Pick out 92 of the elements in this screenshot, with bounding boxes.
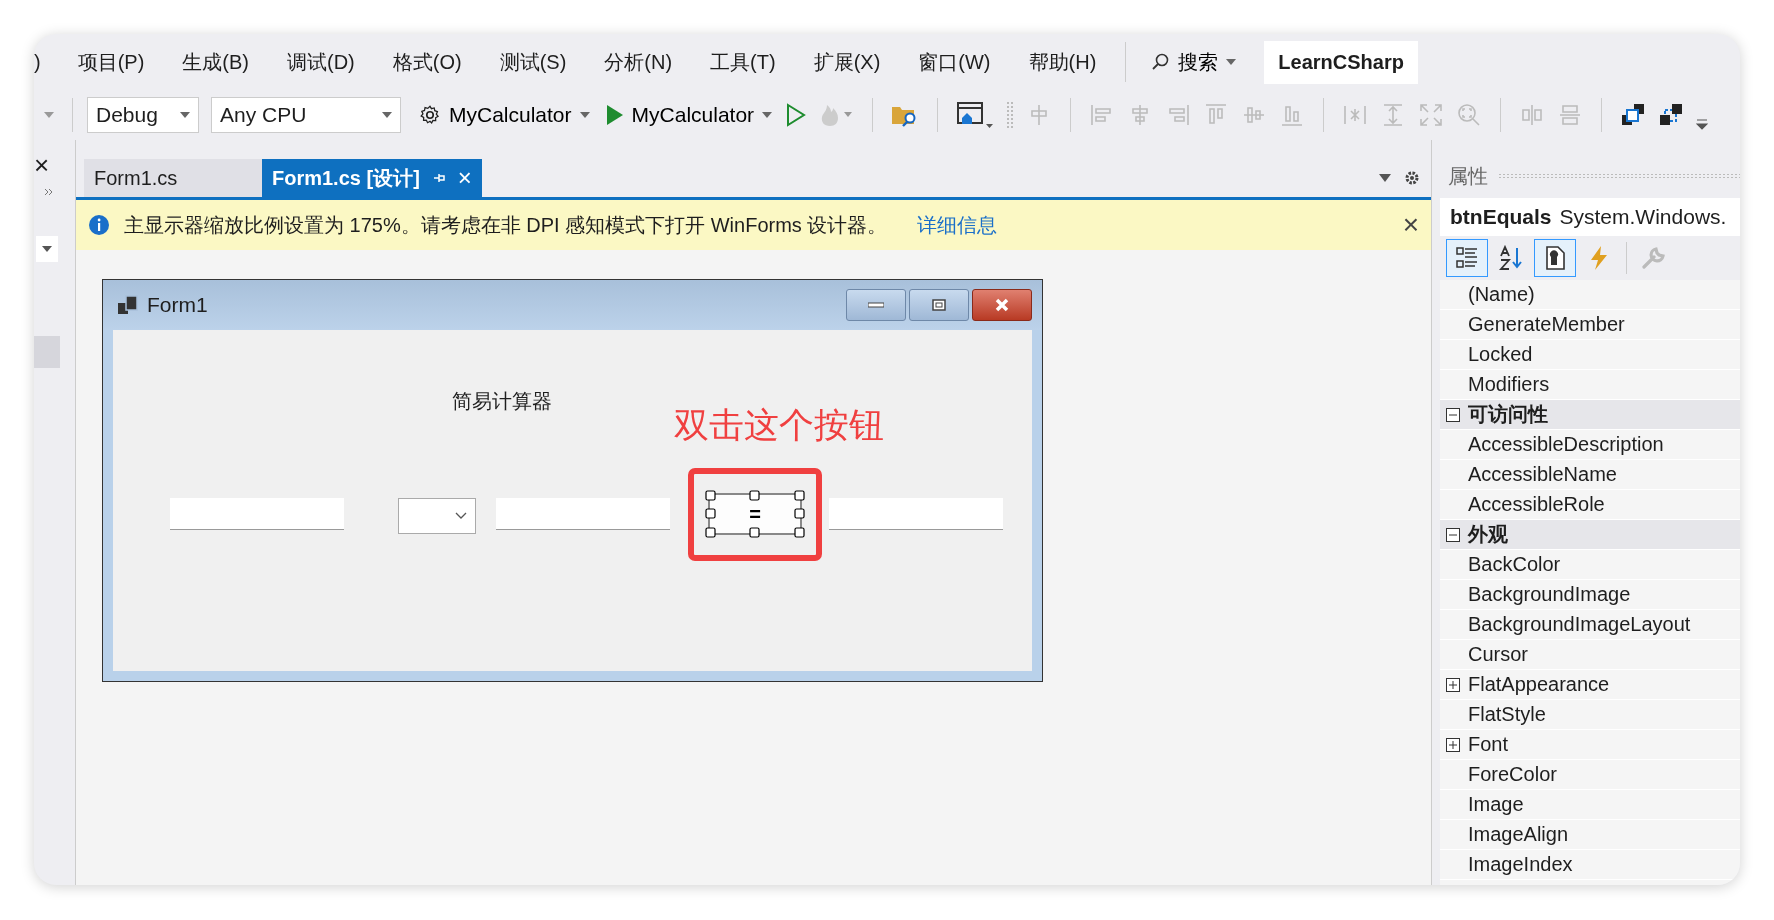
annotation-text: 双击这个按钮 [674, 404, 884, 446]
panel-title: 属性 [1448, 163, 1488, 189]
property-name[interactable]: BackgroundImageLayout [1466, 613, 1691, 636]
property-name[interactable]: Locked [1466, 343, 1533, 366]
info-message: 主显示器缩放比例设置为 175%。请考虑在非 DPI 感知模式下打开 WinForms 设计器。 [124, 212, 888, 238]
close-button[interactable]: × [34, 150, 50, 181]
text-box[interactable] [829, 498, 1003, 530]
maximize-icon [932, 299, 946, 311]
start-debugging-button[interactable]: MyCalculator [599, 103, 779, 127]
caret-icon [1226, 59, 1237, 65]
categorized-button[interactable] [1446, 239, 1488, 277]
caret-icon [762, 112, 773, 118]
form-title: Form1 [147, 293, 208, 317]
menu-item[interactable]: 工具(T) [691, 48, 795, 76]
minimize-icon [868, 302, 884, 308]
menu-item[interactable]: 测试(S) [480, 48, 586, 76]
sort-az-icon [1498, 245, 1524, 271]
close-button[interactable] [972, 289, 1032, 321]
property-name[interactable]: AccessibleName [1466, 463, 1617, 486]
combo-box[interactable] [398, 498, 476, 534]
property-name[interactable]: AccessibleRole [1466, 493, 1605, 516]
menu-item[interactable]: ) [34, 50, 59, 74]
minimize-button[interactable] [846, 289, 906, 321]
bring-front-icon[interactable] [1620, 102, 1647, 128]
close-tab-button[interactable]: × [457, 164, 472, 192]
play-outline-icon[interactable] [786, 103, 807, 127]
caret-icon[interactable] [1379, 174, 1391, 182]
configuration-dropdown[interactable]: Debug [87, 97, 199, 133]
property-name[interactable]: (Name) [1466, 283, 1535, 306]
overflow-icon[interactable] [1696, 118, 1709, 130]
menu-item[interactable]: 格式(O) [373, 48, 481, 76]
info-icon [88, 214, 110, 236]
dropdown[interactable] [36, 236, 58, 262]
caret-icon [180, 112, 190, 118]
property-name[interactable]: Image [1466, 793, 1524, 816]
property-name[interactable]: Cursor [1466, 643, 1528, 666]
collapse-icon[interactable] [1446, 407, 1460, 422]
categorized-icon [1454, 245, 1480, 271]
wrench-icon [1641, 245, 1667, 271]
send-back-icon[interactable] [1658, 102, 1685, 128]
expand-icon[interactable] [1446, 737, 1460, 752]
document-tab[interactable]: Form1.cs [设计] × [262, 159, 482, 197]
menu-item[interactable]: 扩展(X) [794, 48, 900, 76]
text-box[interactable] [170, 498, 344, 530]
caret-icon [382, 112, 392, 118]
close-button[interactable]: × [1402, 209, 1419, 241]
category-label[interactable]: 外观 [1466, 521, 1508, 548]
property-name[interactable]: Modifiers [1466, 373, 1550, 396]
grip-icon [1006, 100, 1015, 130]
object-type: System.Windows. [1559, 205, 1727, 229]
settings-icon[interactable] [1403, 169, 1421, 187]
menu-item[interactable]: 分析(N) [585, 48, 692, 76]
search-button[interactable]: 搜索 [1136, 48, 1251, 76]
menu-item[interactable]: 窗口(W) [899, 48, 1010, 76]
collapse-icon[interactable] [1446, 527, 1460, 542]
details-link[interactable]: 详细信息 [917, 211, 998, 239]
search-icon [1150, 52, 1171, 72]
gear-icon [419, 104, 441, 126]
form-label: 简易计算器 [452, 389, 552, 414]
window-home-icon[interactable] [956, 100, 995, 130]
property-name[interactable]: ImageIndex [1466, 853, 1573, 876]
property-name[interactable]: ForeColor [1466, 763, 1557, 786]
property-name[interactable]: AccessibleDescription [1466, 433, 1664, 456]
property-name[interactable]: Font [1466, 733, 1509, 756]
property-name[interactable]: FlatAppearance [1466, 673, 1610, 696]
menu-item[interactable]: 调试(D) [268, 48, 374, 76]
form-window[interactable]: Form1 简易计算器 双击这个按钮 = [102, 279, 1043, 682]
property-name[interactable]: BackColor [1466, 553, 1561, 576]
properties-button[interactable] [1534, 239, 1576, 277]
play-icon [605, 104, 624, 126]
form-icon [117, 295, 139, 315]
document-tab[interactable]: Form1.cs [84, 159, 262, 197]
pin-icon[interactable] [431, 171, 446, 185]
object-name: btnEquals [1450, 205, 1552, 229]
maximize-button[interactable] [909, 289, 969, 321]
property-name[interactable]: ImageAlign [1466, 823, 1569, 846]
close-icon [994, 298, 1010, 312]
startup-project-button[interactable]: MyCalculator [413, 103, 596, 127]
chevron-icon [455, 512, 467, 520]
platform-dropdown[interactable]: Any CPU [211, 97, 401, 133]
caret-icon [579, 112, 590, 118]
size-icon[interactable] [1418, 102, 1445, 128]
menu-item[interactable]: 帮助(H) [1009, 48, 1116, 76]
menu-item[interactable]: 项目(P) [58, 48, 164, 76]
property-name[interactable]: FlatStyle [1466, 703, 1546, 726]
expand-icon[interactable] [1446, 677, 1460, 692]
caret-icon [42, 246, 52, 252]
solution-name: LearnCSharp [1264, 40, 1418, 84]
text-box[interactable] [496, 498, 670, 530]
property-name[interactable]: BackgroundImage [1466, 583, 1631, 606]
property-name[interactable]: GenerateMember [1466, 313, 1625, 336]
menu-item[interactable]: 生成(B) [163, 48, 268, 76]
